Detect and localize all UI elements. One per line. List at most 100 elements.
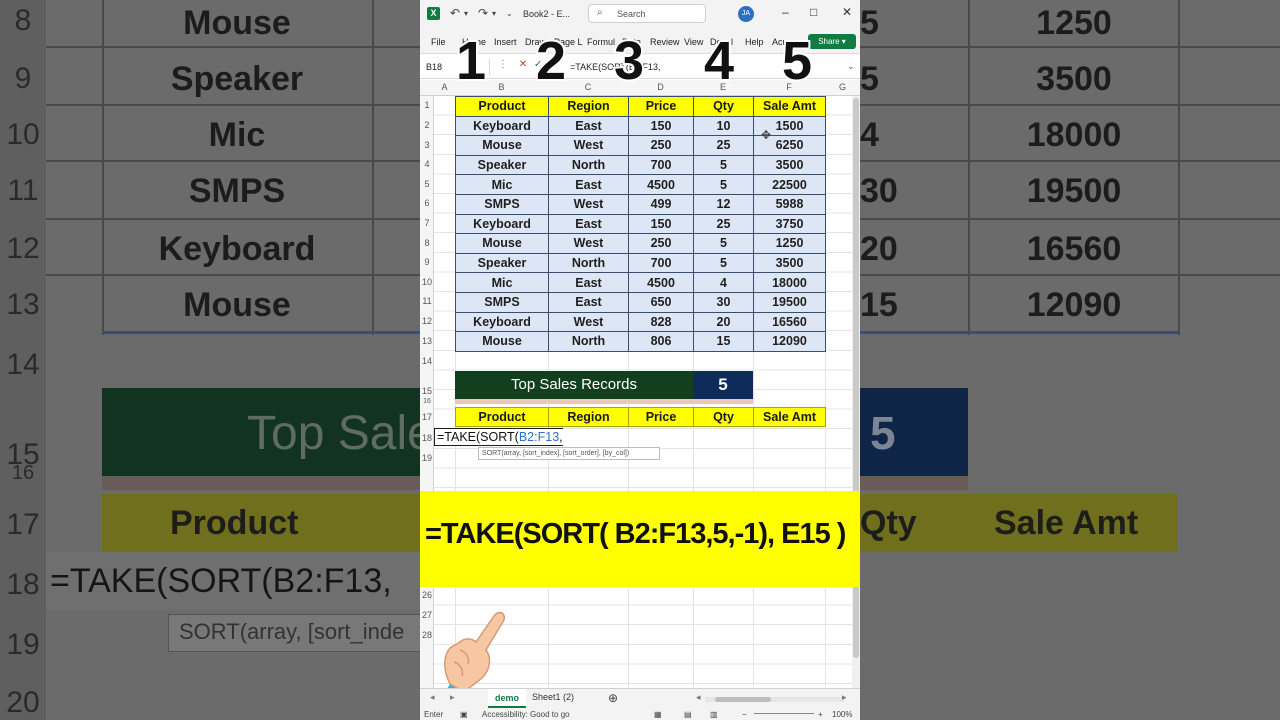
table-cell[interactable]: 1250: [753, 233, 826, 254]
table-cell[interactable]: 499: [628, 193, 694, 215]
page-break-view-icon[interactable]: ▥: [710, 710, 718, 719]
horizontal-scrollbar[interactable]: [705, 697, 845, 702]
table-cell[interactable]: 5: [693, 233, 754, 254]
row-17[interactable]: 17: [420, 412, 434, 422]
page-layout-view-icon[interactable]: ▤: [684, 710, 692, 719]
table-cell[interactable]: 700: [628, 252, 694, 274]
table-cell[interactable]: 3750: [753, 213, 826, 235]
table-cell[interactable]: SMPS: [455, 193, 549, 215]
undo-dropdown-icon[interactable]: ▾: [464, 9, 468, 18]
table-cell[interactable]: 5: [693, 252, 754, 274]
row-4[interactable]: 4: [420, 159, 434, 169]
table-cell[interactable]: North: [548, 331, 629, 352]
accessibility-status[interactable]: Accessibility: Good to go: [482, 710, 570, 719]
scroll-tabs-right-icon[interactable]: ▸: [450, 692, 455, 703]
zoom-in-icon[interactable]: +: [818, 710, 823, 719]
table-cell[interactable]: 15: [693, 331, 754, 352]
table-cell[interactable]: 5: [693, 174, 754, 195]
result-header-cell[interactable]: Price: [628, 407, 694, 427]
tab-file[interactable]: File: [431, 37, 446, 47]
cancel-icon[interactable]: ✕: [519, 59, 527, 70]
scroll-tabs-left-icon[interactable]: ◂: [430, 692, 435, 703]
tab-insert[interactable]: Insert: [494, 37, 517, 47]
minimize-icon[interactable]: –: [782, 5, 789, 19]
row-7[interactable]: 7: [420, 218, 434, 228]
table-cell[interactable]: East: [548, 291, 629, 313]
maximize-icon[interactable]: □: [810, 5, 817, 19]
undo-icon[interactable]: ↶: [450, 6, 460, 20]
sheet-tab-sheet1-2[interactable]: Sheet1 (2): [532, 692, 574, 702]
result-header-cell[interactable]: Product: [455, 407, 549, 427]
row-15[interactable]: 15: [420, 386, 434, 396]
close-icon[interactable]: ✕: [842, 5, 852, 19]
column-g[interactable]: G: [825, 82, 860, 92]
table-cell[interactable]: 700: [628, 154, 694, 176]
table-cell[interactable]: 250: [628, 135, 694, 156]
vertical-scrollbar[interactable]: [852, 96, 860, 688]
table-cell[interactable]: East: [548, 174, 629, 195]
quick-access-menu-icon[interactable]: ⌄: [506, 9, 513, 18]
hscroll-left-icon[interactable]: ◂: [696, 692, 701, 703]
zoom-level[interactable]: 100%: [832, 710, 852, 719]
table-header-cell[interactable]: Region: [548, 96, 629, 117]
function-tooltip[interactable]: SORT(array, [sort_index], [sort_order], …: [478, 447, 660, 460]
result-header-cell[interactable]: Qty: [693, 407, 754, 427]
table-cell[interactable]: 650: [628, 291, 694, 313]
row-13[interactable]: 13: [420, 336, 434, 346]
table-cell[interactable]: Keyboard: [455, 311, 549, 333]
table-cell[interactable]: 5988: [753, 193, 826, 215]
row-8[interactable]: 8: [420, 238, 434, 248]
top-sales-count[interactable]: 5: [693, 371, 753, 399]
tab-view[interactable]: View: [684, 37, 703, 47]
table-header-cell[interactable]: Sale Amt: [753, 96, 826, 117]
table-cell[interactable]: 5: [693, 154, 754, 176]
table-cell[interactable]: 16560: [753, 311, 826, 333]
table-cell[interactable]: 150: [628, 213, 694, 235]
avatar[interactable]: JA: [738, 6, 754, 22]
table-cell[interactable]: 4500: [628, 272, 694, 293]
table-header-cell[interactable]: Price: [628, 96, 694, 117]
row-6[interactable]: 6: [420, 198, 434, 208]
normal-view-icon[interactable]: ▦: [654, 710, 662, 719]
add-sheet-icon[interactable]: ⊕: [608, 691, 618, 705]
top-sales-label[interactable]: Top Sales Records: [455, 371, 693, 399]
table-cell[interactable]: Mouse: [455, 233, 549, 254]
row-1[interactable]: 1: [420, 100, 434, 110]
redo-icon[interactable]: ↷: [478, 6, 488, 20]
row-12[interactable]: 12: [420, 316, 434, 326]
table-cell[interactable]: West: [548, 193, 629, 215]
more-icon[interactable]: ⋮: [498, 59, 508, 70]
zoom-slider[interactable]: [754, 713, 814, 714]
search-box[interactable]: ⌕ Search: [588, 4, 706, 23]
table-cell[interactable]: 20: [693, 311, 754, 333]
table-cell[interactable]: 250: [628, 233, 694, 254]
table-cell[interactable]: 12: [693, 193, 754, 215]
redo-dropdown-icon[interactable]: ▾: [492, 9, 496, 18]
row-14[interactable]: 14: [420, 356, 434, 366]
table-cell[interactable]: 10: [693, 115, 754, 137]
table-cell[interactable]: Speaker: [455, 252, 549, 274]
table-cell[interactable]: 19500: [753, 291, 826, 313]
result-header-cell[interactable]: Sale Amt: [753, 407, 826, 427]
row-19[interactable]: 19: [420, 453, 434, 463]
table-cell[interactable]: Keyboard: [455, 115, 549, 137]
table-cell[interactable]: Mouse: [455, 135, 549, 156]
table-cell[interactable]: 828: [628, 311, 694, 333]
table-cell[interactable]: Mouse: [455, 331, 549, 352]
row-16[interactable]: 16: [420, 398, 434, 405]
table-cell[interactable]: 12090: [753, 331, 826, 352]
zoom-out-icon[interactable]: −: [742, 710, 747, 719]
tab-review[interactable]: Review: [650, 37, 680, 47]
hscroll-right-icon[interactable]: ▸: [842, 692, 847, 703]
table-cell[interactable]: 3500: [753, 154, 826, 176]
active-cell-editor[interactable]: =TAKE(SORT(B2:F13,: [434, 428, 563, 446]
table-cell[interactable]: East: [548, 115, 629, 137]
table-cell[interactable]: 4: [693, 272, 754, 293]
table-cell[interactable]: West: [548, 233, 629, 254]
row-5[interactable]: 5: [420, 179, 434, 189]
table-header-cell[interactable]: Product: [455, 96, 549, 117]
table-cell[interactable]: West: [548, 135, 629, 156]
expand-formula-icon[interactable]: ⌄: [847, 61, 855, 72]
table-cell[interactable]: Keyboard: [455, 213, 549, 235]
share-button[interactable]: Share ▾: [808, 34, 856, 49]
